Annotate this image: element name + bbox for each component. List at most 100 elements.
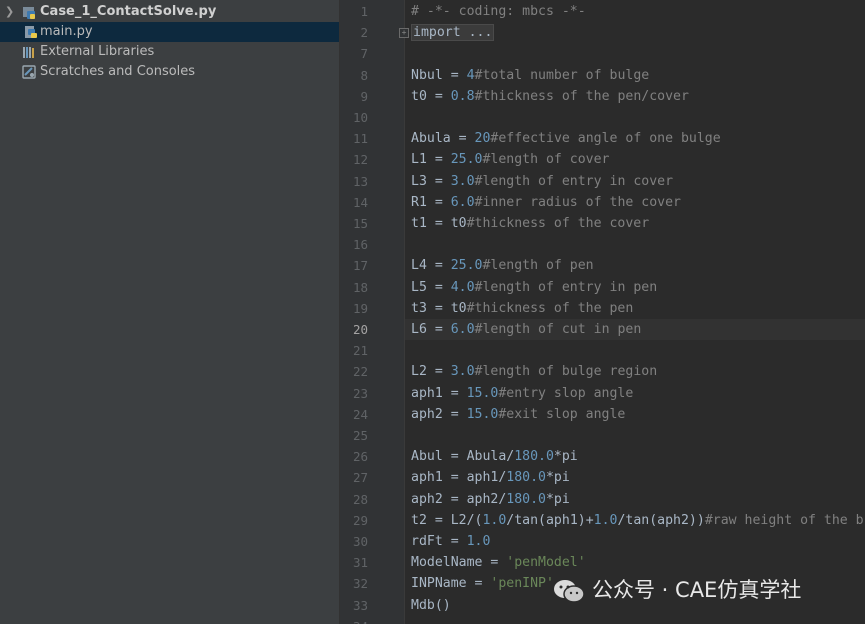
code-line[interactable]: t3 = t0#thickness of the pen [406,298,633,319]
code-token: L3 = [411,173,451,189]
line-number: 25 [352,428,368,443]
line-number: 1 [360,4,368,19]
line-number: 23 [352,385,368,401]
line-number: 22 [352,364,368,380]
line-number: 34 [340,616,368,624]
line-number-gutter: 1 2 +7 8 9 10 11 12 13 14 15 16 17 18 19 20 21 22 23 24 25 26… [340,0,409,624]
line-number: 2 [360,25,368,41]
line-number: 18 [352,279,368,295]
string-token: 'penModel' [506,555,586,571]
tree-item-main-py[interactable]: main.py [0,22,339,42]
code-line[interactable]: L3 = 3.0#length of entry in cover [406,171,673,192]
comment-token: #thickness of the cover [466,216,650,231]
code-editor[interactable]: 1 2 +7 8 9 10 11 12 13 14 15 16 17 18 19 20 21 22 23 24 25 26… [340,0,865,624]
python-file-icon [25,26,37,38]
code-token: Mdb() [411,597,451,613]
code-line[interactable] [406,425,411,446]
number-token: 4 [466,67,475,83]
code-line[interactable]: INPName = 'penINP' [406,573,554,594]
folded-imports[interactable]: import ... [411,24,495,42]
code-token: t0 = [411,88,451,104]
code-line[interactable]: rdFt = 1.0 [406,531,490,552]
line-number: 15 [352,216,368,231]
line-number: 21 [352,343,368,359]
code-line[interactable]: L6 = 6.0#length of cut in pen [406,319,641,340]
number-token: 1.0 [466,534,491,549]
code-line[interactable] [406,234,411,255]
code-line[interactable] [406,43,411,64]
number-token: 180.0 [506,470,546,486]
tree-item-case-1-contactsolve[interactable]: ❯ Case_1_ContactSolve.py [0,2,339,22]
code-token: L4 = [411,258,451,274]
code-token: L5 = [411,279,451,295]
code-token: Abul = Abula/ [411,449,515,465]
code-line[interactable]: aph2 = 15.0#exit slop angle [406,404,625,425]
code-line[interactable]: L4 = 25.0#length of pen [406,255,594,276]
comment-token: #length of entry in pen [474,279,658,295]
code-token: rdFt = [411,534,467,549]
line-number: 11 [352,131,368,147]
number-token: 1.0 [593,512,618,528]
tree-item-label: Case_1_ContactSolve.py [40,4,217,19]
code-token: aph1 = aph1/ [411,470,507,486]
tree-item-label: External Libraries [40,44,155,59]
number-token: 180.0 [514,449,554,465]
line-number: 28 [352,491,368,507]
code-line[interactable]: # -*- coding: mbcs -*- [406,1,586,22]
tree-item-label: main.py [40,24,93,39]
code-line[interactable]: t2 = L2/(1.0/tan(aph1)+1.0/tan(aph2))#ra… [406,510,864,531]
code-token: *pi [545,470,570,486]
code-line[interactable]: R1 = 6.0#inner radius of the cover [406,192,681,213]
code-token: aph1 = [411,385,467,401]
code-line[interactable]: L1 = 25.0#length of cover [406,149,610,170]
code-token: /tan(aph1)+ [506,512,594,528]
comment-token: #effective angle of one bulge [490,131,721,147]
code-token: Nbul = [411,67,467,83]
code-line[interactable]: L2 = 3.0#length of bulge region [406,361,657,382]
comment-token: #entry slop angle [498,385,634,401]
chevron-right-icon[interactable]: ❯ [5,2,14,22]
watermark: 公众号 · CAE仿真学社 [552,573,801,607]
comment-token: #inner radius of the cover [474,194,681,210]
line-number: 32 [352,576,368,592]
code-line[interactable]: t0 = 0.8#thickness of the pen/cover [406,86,689,107]
code-line[interactable]: t1 = t0#thickness of the cover [406,213,649,234]
line-number: 19 [352,300,368,316]
library-icon [23,47,34,58]
code-line[interactable]: aph1 = 15.0#entry slop angle [406,383,633,404]
comment-token: #length of cover [482,152,610,168]
line-number: 12 [352,152,368,168]
project-tree-panel: ❯ Case_1_ContactSolve.py main.py Externa… [0,0,340,624]
watermark-text: 公众号 · CAE仿真学社 [592,578,802,602]
line-number: 30 [352,534,368,549]
number-token: 180.0 [506,491,546,507]
code-token: *pi [553,449,578,465]
code-line[interactable]: L5 = 4.0#length of entry in pen [406,277,657,298]
number-token: 25.0 [450,258,483,274]
code-line[interactable]: Mdb() [406,595,451,616]
line-number: 9 [360,88,368,104]
line-number: 33 [352,597,368,613]
code-line[interactable]: import ... [406,22,495,43]
code-line[interactable]: Abul = Abula/180.0*pi [406,446,578,467]
code-token: L2 = [411,364,451,380]
comment-token: #length of cut in pen [474,322,642,337]
comment-token: #length of entry in cover [474,173,674,189]
code-line[interactable]: ModelName = 'penModel' [406,552,586,573]
tree-item-external-libraries[interactable]: External Libraries [0,42,339,62]
code-line[interactable] [406,616,411,624]
number-token: 6.0 [450,194,475,210]
line-number: 13 [352,173,368,189]
tree-item-scratches-and-consoles[interactable]: Scratches and Consoles [0,62,339,82]
string-token: 'penINP' [490,576,554,592]
code-line[interactable] [406,340,411,361]
code-line[interactable]: Nbul = 4#total number of bulge [406,65,649,86]
line-number: 27 [352,470,368,486]
code-line[interactable]: aph1 = aph1/180.0*pi [406,467,570,488]
comment-token: #thickness of the pen [466,300,634,316]
code-line[interactable] [406,107,411,128]
wechat-logo-icon [554,580,585,603]
code-token: t3 = t0 [411,300,467,316]
code-line[interactable]: aph2 = aph2/180.0*pi [406,489,570,510]
code-line[interactable]: Abula = 20#effective angle of one bulge [406,128,721,149]
